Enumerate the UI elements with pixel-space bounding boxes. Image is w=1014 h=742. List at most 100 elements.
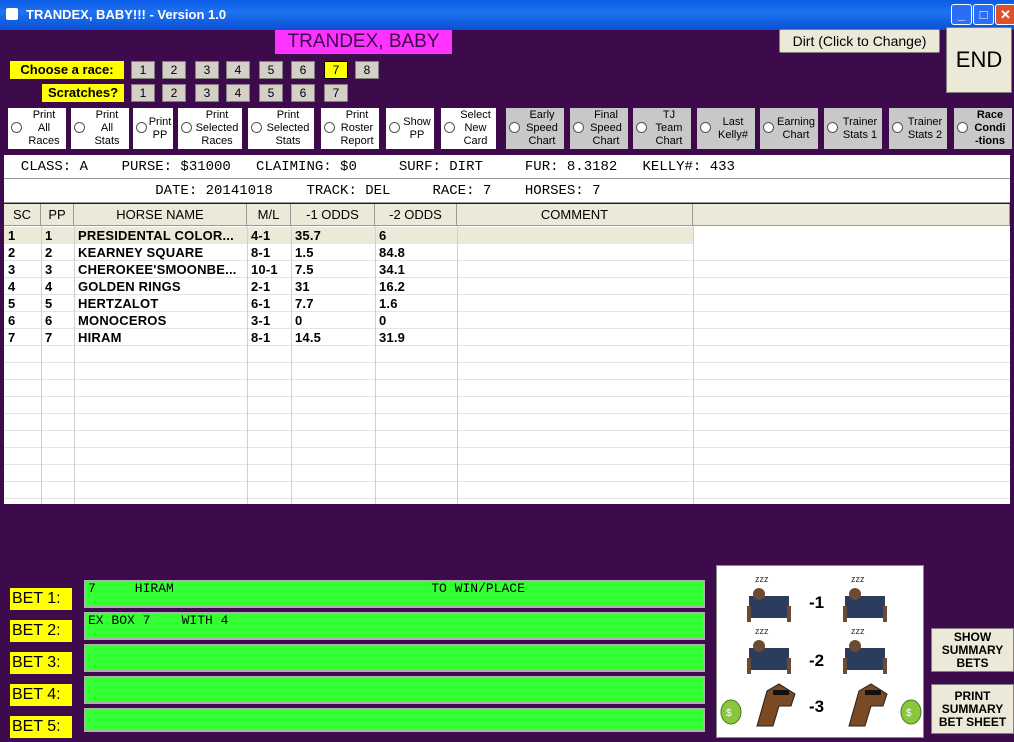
radio-icon[interactable] [136, 122, 147, 133]
table-row[interactable] [4, 363, 1010, 380]
table-row[interactable] [4, 431, 1010, 448]
radio-icon[interactable] [573, 122, 584, 133]
race-button-1[interactable]: 1 [131, 61, 155, 79]
cell-sc: 2 [8, 245, 16, 260]
option-9[interactable]: Final Speed Chart [570, 108, 628, 149]
print-summary-bet-sheet-button[interactable]: PRINT SUMMARY BET SHEET [931, 684, 1014, 734]
surface-toggle-button[interactable]: Dirt (Click to Change) [779, 29, 940, 53]
option-7[interactable]: Select New Card [441, 108, 496, 149]
minimize-button[interactable]: _ [951, 4, 972, 25]
radio-icon[interactable] [700, 122, 711, 133]
race-button-6[interactable]: 6 [291, 61, 315, 79]
option-12[interactable]: Earning Chart [760, 108, 818, 149]
column-header[interactable]: -1 ODDS [291, 204, 375, 226]
table-row[interactable]: 6 6 MONOCEROS 3-1 0 0 [4, 312, 1010, 329]
radio-icon[interactable] [251, 122, 262, 133]
option-8[interactable]: Early Speed Chart [506, 108, 564, 149]
radio-icon[interactable] [957, 122, 968, 133]
radio-icon[interactable] [389, 122, 400, 133]
option-label: TJ Team Chart [655, 109, 683, 147]
bet-field-3[interactable] [84, 644, 705, 672]
column-header[interactable]: COMMENT [457, 204, 693, 226]
option-14[interactable]: Trainer Stats 2 [889, 108, 947, 149]
option-15[interactable]: Race Condi -tions [954, 108, 1012, 149]
race-button-2[interactable]: 2 [162, 61, 186, 79]
option-3[interactable]: Print Selected Races [178, 108, 242, 149]
app-icon [6, 8, 18, 20]
cell-comment [457, 278, 693, 295]
option-2[interactable]: Print PP [133, 108, 173, 149]
option-0[interactable]: Print All Races [8, 108, 66, 149]
option-13[interactable]: Trainer Stats 1 [824, 108, 882, 149]
close-button[interactable]: ✕ [995, 4, 1014, 25]
table-row[interactable]: 3 3 CHEROKEE'SMOONBE... 10-1 7.5 34.1 [4, 261, 1010, 278]
money-bag-icon: $ [900, 699, 922, 725]
column-header[interactable]: SC [4, 204, 41, 226]
race-button-3[interactable]: 3 [195, 61, 219, 79]
app-title: TRANDEX, BABY !!!! [275, 30, 452, 76]
table-row[interactable] [4, 346, 1010, 363]
table-row[interactable]: 5 5 HERTZALOT 6-1 7.7 1.6 [4, 295, 1010, 312]
race-button-8[interactable]: 8 [355, 61, 379, 79]
option-5[interactable]: Print Roster Report [321, 108, 379, 149]
table-row[interactable] [4, 482, 1010, 499]
show-summary-bets-button[interactable]: SHOW SUMMARY BETS [931, 628, 1014, 672]
scratch-button-2[interactable]: 2 [162, 84, 186, 102]
bet-field-1[interactable]: 7 HIRAM TO WIN/PLACE [84, 580, 705, 608]
option-6[interactable]: Show PP [386, 108, 434, 149]
race-button-5[interactable]: 5 [259, 61, 283, 79]
radio-icon[interactable] [509, 122, 520, 133]
picture-label-1: -1 [809, 593, 824, 612]
scratch-button-5[interactable]: 5 [259, 84, 283, 102]
scratch-button-3[interactable]: 3 [195, 84, 219, 102]
race-button-4[interactable]: 4 [226, 61, 250, 79]
table-row[interactable]: 7 7 HIRAM 8-1 14.5 31.9 [4, 329, 1010, 346]
table-row[interactable] [4, 397, 1010, 414]
bet-field-2[interactable]: EX BOX 7 WITH 4 [84, 612, 705, 640]
radio-icon[interactable] [892, 122, 903, 133]
column-header[interactable]: M/L [247, 204, 291, 226]
radio-icon[interactable] [11, 122, 22, 133]
scratch-button-1[interactable]: 1 [131, 84, 155, 102]
option-4[interactable]: Print Selected Stats [248, 108, 314, 149]
scratch-button-4[interactable]: 4 [226, 84, 250, 102]
radio-icon[interactable] [763, 122, 774, 133]
race-button-7[interactable]: 7 [324, 61, 348, 79]
cell-sc: 5 [8, 296, 16, 311]
scratch-button-7[interactable]: 7 [324, 84, 348, 102]
option-11[interactable]: Last Kelly# [697, 108, 755, 149]
table-row[interactable]: 4 4 GOLDEN RINGS 2-1 31 16.2 [4, 278, 1010, 295]
column-header[interactable]: HORSE NAME [74, 204, 247, 226]
table-row[interactable]: 1 1 PRESIDENTAL COLOR... 4-1 35.7 6 [4, 227, 693, 244]
horse-head-icon [848, 683, 888, 727]
end-button[interactable]: END [946, 27, 1012, 93]
radio-icon[interactable] [444, 122, 455, 133]
scratches-label: Scratches? [42, 84, 124, 102]
radio-icon[interactable] [636, 122, 647, 133]
column-divider [247, 226, 248, 504]
cell-comment [457, 244, 693, 261]
bet-field-5[interactable] [84, 708, 705, 732]
table-row[interactable]: 2 2 KEARNEY SQUARE 8-1 1.5 84.8 [4, 244, 1010, 261]
maximize-button[interactable]: □ [973, 4, 994, 25]
bet-label: BET 1: [10, 588, 72, 610]
cell-odds2: 31.9 [379, 330, 406, 345]
table-row[interactable] [4, 465, 1010, 482]
cell-odds1: 7.5 [295, 262, 314, 277]
column-header[interactable]: -2 ODDS [375, 204, 457, 226]
radio-icon[interactable] [74, 122, 85, 133]
table-row[interactable] [4, 414, 1010, 431]
radio-icon[interactable] [181, 122, 192, 133]
sleeping-horse-icon: zzz [843, 626, 887, 674]
option-10[interactable]: TJ Team Chart [633, 108, 691, 149]
table-row[interactable] [4, 448, 1010, 465]
bet-field-4[interactable] [84, 676, 705, 704]
scratch-button-6[interactable]: 6 [291, 84, 315, 102]
radio-icon[interactable] [827, 122, 838, 133]
option-1[interactable]: Print All Stats [71, 108, 129, 149]
radio-icon[interactable] [324, 122, 335, 133]
table-row[interactable] [4, 380, 1010, 397]
column-divider [693, 226, 694, 504]
column-header[interactable]: PP [41, 204, 74, 226]
svg-text:$: $ [906, 708, 912, 719]
